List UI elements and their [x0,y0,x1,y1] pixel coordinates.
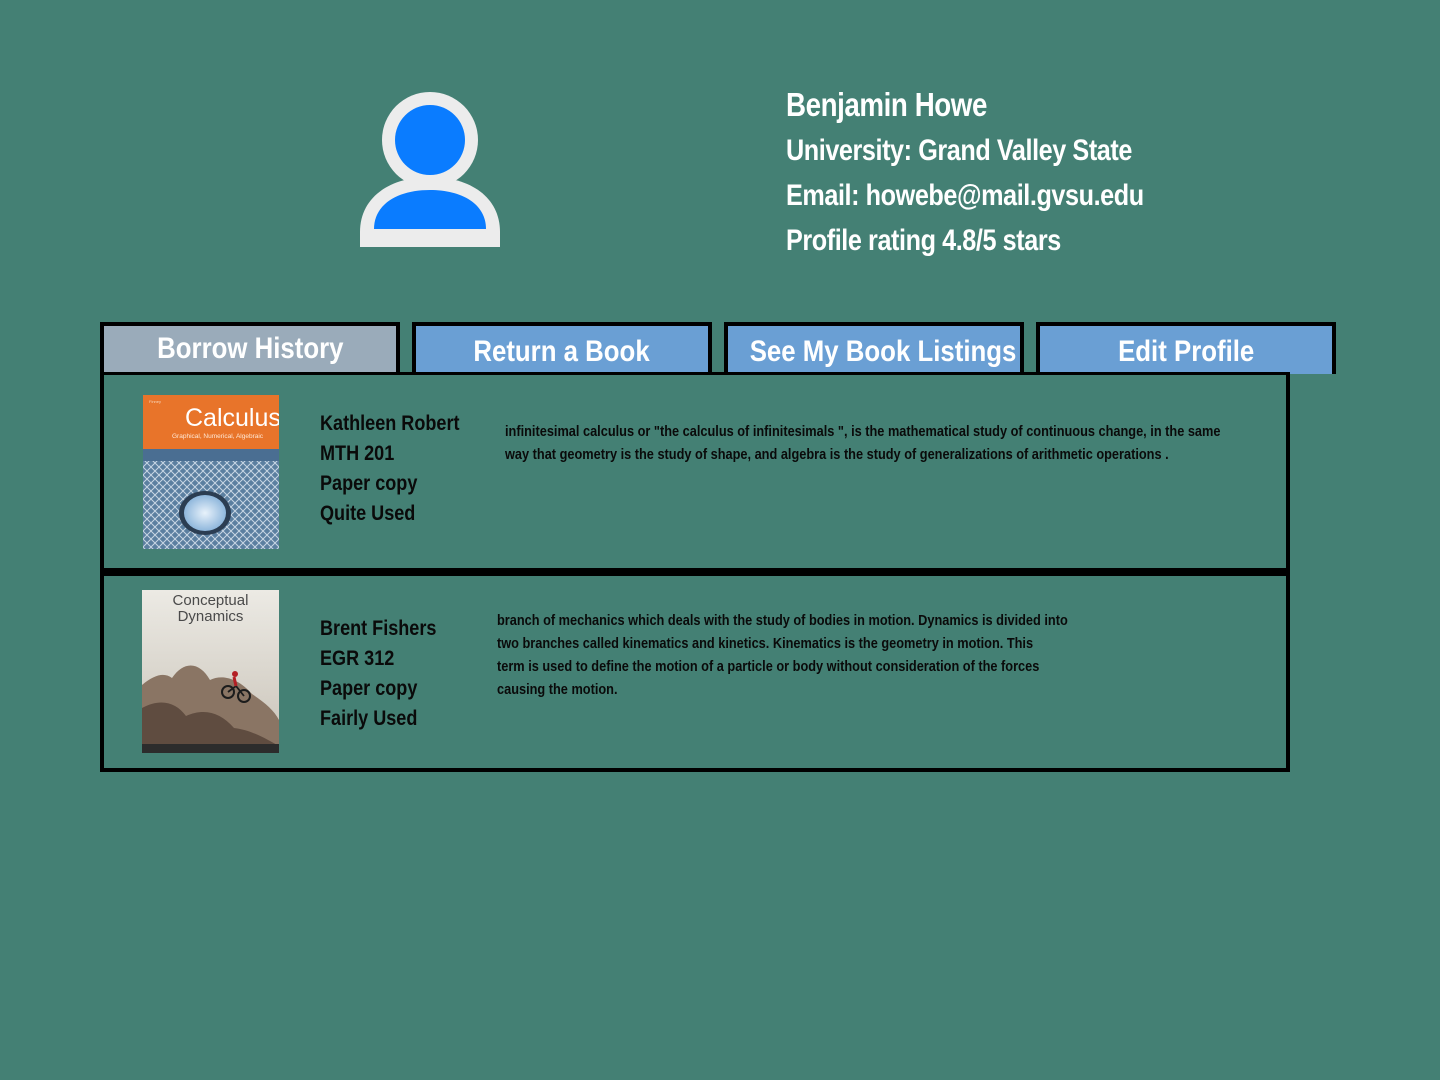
book-format: Paper copy [320,677,418,700]
book-cover-conceptual-dynamics: Conceptual Dynamics [142,590,279,753]
profile-info: Benjamin Howe University: Grand Valley S… [786,82,1212,263]
cover-subtitle: Graphical, Numerical, Algebraic [172,433,264,440]
tab-label: See My Book Listings [749,335,1017,368]
book-course: MTH 201 [320,442,395,465]
profile-email: Email: howebe@mail.gvsu.edu [786,179,1144,212]
book-meta: Brent Fishers EGR 312 Paper copy Fairly … [320,614,455,734]
tab-return-a-book[interactable]: Return a Book [412,322,712,374]
profile-name: Benjamin Howe [786,86,987,123]
book-description: infinitesimal calculus or "the calculus … [505,424,1221,463]
profile-rating: Profile rating 4.8/5 stars [786,224,1061,257]
book-format: Paper copy [320,472,418,495]
cover-title: Calculus [185,404,279,432]
cover-title-line-2: Dynamics [178,608,244,625]
profile-page: Benjamin Howe University: Grand Valley S… [0,0,1440,1080]
tab-see-my-book-listings[interactable]: See My Book Listings [724,322,1024,374]
cover-title-line-1: Conceptual [173,592,249,609]
profile-university: University: Grand Valley State [786,134,1132,167]
svg-text:Finney: Finney [149,399,161,404]
book-description: branch of mechanics which deals with the… [497,613,1068,698]
book-condition: Quite Used [320,502,416,525]
user-avatar-icon [360,92,500,247]
list-divider [100,568,1290,576]
tab-label: Return a Book [473,335,651,368]
tab-edit-profile[interactable]: Edit Profile [1036,322,1336,374]
book-owner: Kathleen Robert [320,412,460,435]
book-condition: Fairly Used [320,707,418,730]
tab-label: Edit Profile [1117,335,1255,368]
book-meta: Kathleen Robert MTH 201 Paper copy Quite… [320,409,482,529]
book-owner: Brent Fishers [320,617,437,640]
book-course: EGR 312 [320,647,395,670]
book-cover-calculus: Finney Calculus Graphical, Numerical, Al… [143,395,279,549]
tab-label: Borrow History [156,332,344,365]
tab-borrow-history[interactable]: Borrow History [100,322,400,374]
